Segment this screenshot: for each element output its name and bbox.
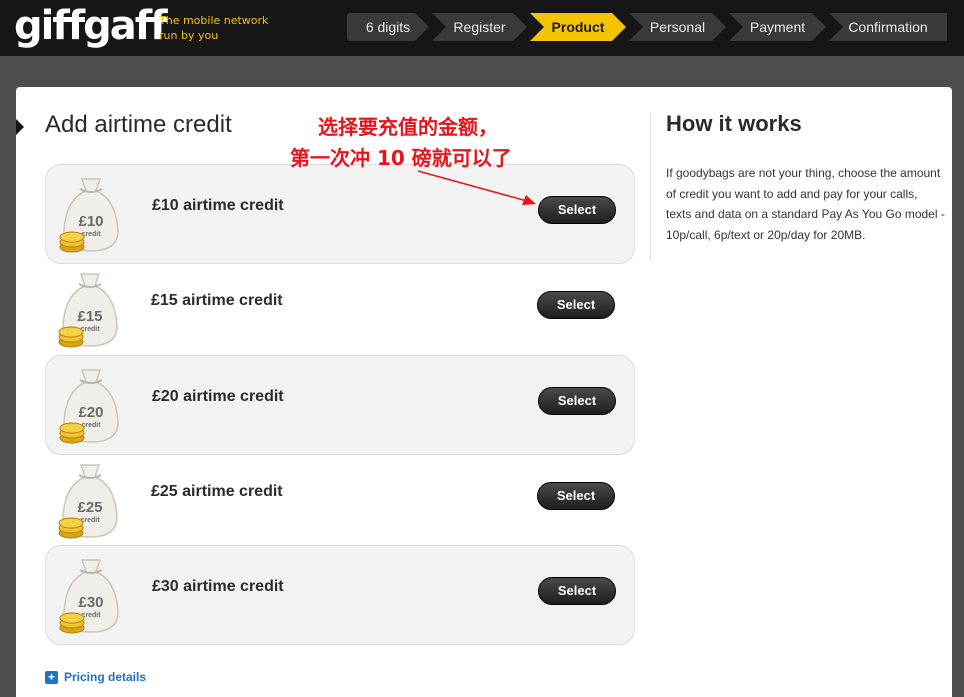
credit-option-30: £30 credit £30 airtime credit Select xyxy=(45,545,635,645)
step-product: Product xyxy=(530,13,626,41)
annotation-line-1: 选择要充值的金额， xyxy=(318,115,498,139)
credit-option-10: £10 credit £10 airtime credit Select xyxy=(45,164,635,264)
sidebar-divider xyxy=(650,113,651,260)
page-title: Add airtime credit xyxy=(45,111,232,138)
select-button-30[interactable]: Select xyxy=(538,577,616,605)
select-button-15[interactable]: Select xyxy=(537,291,615,319)
bag-amount: £15 xyxy=(77,308,102,325)
sidebar-title: How it works xyxy=(666,111,802,136)
credit-label: £25 airtime credit xyxy=(151,483,283,500)
credit-option-20: £20 credit £20 airtime credit Select xyxy=(45,355,635,455)
select-button-20[interactable]: Select xyxy=(538,387,616,415)
credit-label: £15 airtime credit xyxy=(151,292,283,309)
progress-steps: 6 digits Register Product Personal Payme… xyxy=(347,13,950,41)
credit-label: £10 airtime credit xyxy=(152,197,284,214)
money-bag-icon: £20 credit xyxy=(59,369,119,444)
plus-icon: + xyxy=(45,670,58,684)
step-confirmation: Confirmation xyxy=(829,13,947,41)
select-button-10[interactable]: Select xyxy=(538,196,616,224)
credit-label: £30 airtime credit xyxy=(152,578,284,595)
pricing-details-link[interactable]: + Pricing details xyxy=(45,669,146,685)
bag-amount: £30 xyxy=(78,594,103,611)
money-bag-icon: £15 credit xyxy=(58,273,118,348)
bag-amount: £10 xyxy=(78,213,103,230)
select-button-25[interactable]: Select xyxy=(537,482,615,510)
panel-pointer xyxy=(16,119,24,135)
money-bag-icon: £30 credit xyxy=(59,559,119,634)
tagline-line-2: run by you xyxy=(159,29,219,42)
money-bag-icon: £25 credit xyxy=(58,464,118,539)
credit-label: £20 airtime credit xyxy=(152,388,284,405)
giffgaff-logo[interactable]: giffgaff xyxy=(14,2,168,50)
credit-option-25: £25 credit £25 airtime credit Select xyxy=(45,451,635,551)
money-bag-icon: £10 credit xyxy=(59,178,119,253)
tagline-line-1: The mobile network xyxy=(159,14,269,27)
step-register: Register xyxy=(432,13,527,41)
step-personal: Personal xyxy=(629,13,726,41)
annotation-line-2: 第一次冲 10 磅就可以了 xyxy=(290,146,512,170)
bag-amount: £20 xyxy=(78,404,103,421)
credit-option-15: £15 credit £15 airtime credit Select xyxy=(45,260,635,360)
step-6-digits: 6 digits xyxy=(347,13,429,41)
sidebar-text: If goodybags are not your thing, choose … xyxy=(666,166,945,242)
site-header: giffgaff The mobile network run by you 6… xyxy=(0,0,964,56)
step-payment: Payment xyxy=(729,13,826,41)
pricing-details-label: Pricing details xyxy=(64,670,147,684)
tagline: The mobile network run by you xyxy=(159,13,268,43)
bag-amount: £25 xyxy=(77,499,102,516)
